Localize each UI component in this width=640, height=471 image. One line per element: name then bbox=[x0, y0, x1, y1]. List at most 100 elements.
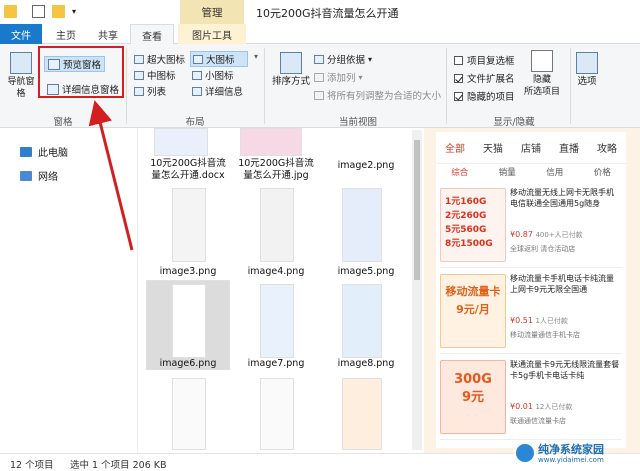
file-thumbnail[interactable] bbox=[172, 284, 206, 358]
extra-large-icons-icon bbox=[134, 54, 144, 64]
fit-columns-icon bbox=[314, 90, 324, 100]
item-count: 12 个项目 bbox=[10, 460, 54, 471]
ribbon-separator bbox=[446, 48, 447, 124]
preview-tabs: 全部 天猫 店铺 直播 攻略 bbox=[436, 132, 626, 164]
file-thumbnail[interactable] bbox=[154, 128, 208, 156]
file-thumbnail[interactable] bbox=[260, 284, 294, 358]
file-thumbnail[interactable] bbox=[260, 378, 294, 450]
contextual-tab-title: 管理 bbox=[180, 0, 244, 24]
ribbon-separator bbox=[264, 48, 265, 124]
navigation-pane-button[interactable]: 导航窗格 bbox=[4, 52, 38, 100]
item-checkboxes-label: 项目复选框 bbox=[467, 56, 515, 67]
file-extensions-toggle[interactable]: 文件扩展名 bbox=[454, 71, 515, 85]
group-label-panes: 窗格 bbox=[53, 117, 73, 128]
nav-item-network[interactable]: 网络 bbox=[20, 168, 58, 183]
group-label-show-hide: 显示/隐藏 bbox=[493, 117, 535, 128]
file-name[interactable]: image7.png bbox=[234, 358, 318, 370]
tab-view[interactable]: 查看 bbox=[130, 24, 174, 45]
hide-selected-icon bbox=[531, 50, 553, 72]
file-thumbnail[interactable] bbox=[342, 188, 382, 262]
product-shop: 移动流量通信手机卡店 bbox=[510, 331, 580, 339]
quick-access-dropdown-icon[interactable]: ▾ bbox=[72, 5, 80, 18]
file-name[interactable]: image3.png bbox=[146, 266, 230, 278]
group-by-label: 分组依据 bbox=[327, 55, 366, 66]
preview-pane: 全部 天猫 店铺 直播 攻略 综合 销量 信用 价格 1元160G 2元260G… bbox=[424, 128, 640, 453]
network-icon bbox=[20, 170, 32, 181]
navigation-pane-label: 导航窗格 bbox=[7, 77, 35, 99]
medium-icons-icon bbox=[134, 70, 144, 80]
tab-file[interactable]: 文件 bbox=[0, 24, 42, 44]
file-thumbnail[interactable] bbox=[172, 188, 206, 262]
layout-extra-large-icons[interactable]: 超大图标 bbox=[134, 52, 185, 66]
properties-icon[interactable] bbox=[32, 5, 45, 18]
hide-selected-label: 隐藏 所选项目 bbox=[523, 75, 560, 97]
price-value: ¥0.51 bbox=[510, 316, 533, 325]
file-thumbnail[interactable] bbox=[342, 378, 382, 450]
file-name[interactable]: image4.png bbox=[234, 266, 318, 278]
layout-expand-icon[interactable]: ▾ bbox=[254, 52, 258, 61]
navigation-pane-icon bbox=[10, 52, 32, 74]
checkbox-checked-icon bbox=[454, 91, 463, 101]
layout-details[interactable]: 详细信息 bbox=[192, 84, 243, 98]
sales-count: 400+人已付款 bbox=[535, 231, 583, 239]
layout-medium-icons[interactable]: 中图标 bbox=[134, 68, 176, 82]
file-thumbnail[interactable] bbox=[342, 284, 382, 358]
file-thumbnail[interactable] bbox=[172, 378, 206, 450]
layout-large-icons[interactable]: 大图标 bbox=[190, 51, 248, 67]
hide-selected-button[interactable]: 隐藏 所选项目 bbox=[518, 50, 566, 98]
product-image-text: 1元160G 2元260G 5元560G 8元1500G bbox=[445, 197, 493, 249]
file-name[interactable]: 10元200G抖音流 量怎么开通.jpg bbox=[234, 158, 318, 182]
scrollbar-thumb[interactable] bbox=[414, 140, 420, 280]
file-name[interactable]: 10元200G抖音流 量怎么开通.docx bbox=[146, 158, 230, 182]
preview-sort-bar: 综合 销量 信用 价格 bbox=[436, 166, 626, 182]
options-button[interactable]: 选项 bbox=[574, 52, 600, 88]
new-folder-icon[interactable] bbox=[52, 5, 65, 18]
layout-small-icons[interactable]: 小图标 bbox=[192, 68, 234, 82]
product-image-text: 300G 9元 bbox=[454, 372, 492, 405]
item-checkboxes-toggle[interactable]: 项目复选框 bbox=[454, 53, 515, 67]
product-image: 移动流量卡 9元/月 bbox=[440, 274, 506, 348]
sort-by-button[interactable]: 排序方式 bbox=[270, 52, 312, 88]
hidden-items-toggle[interactable]: 隐藏的项目 bbox=[454, 89, 515, 103]
options-label: 选项 bbox=[577, 76, 597, 87]
product-image: 1元160G 2元260G 5元560G 8元1500G bbox=[440, 188, 506, 262]
layout-item-label: 中图标 bbox=[147, 71, 176, 82]
watermark-logo-icon bbox=[514, 442, 536, 464]
fit-columns-button[interactable]: 将所有列调整为合适的大小 bbox=[314, 88, 441, 102]
file-extensions-label: 文件扩展名 bbox=[467, 74, 515, 85]
preview-sort-item: 综合 bbox=[451, 168, 469, 178]
large-icons-icon bbox=[193, 54, 203, 64]
folder-icon bbox=[4, 5, 17, 18]
file-name[interactable]: image6.png bbox=[146, 358, 230, 370]
ribbon-tabs: 文件 主页 共享 查看 图片工具 bbox=[0, 24, 640, 45]
sales-count: 1人已付款 bbox=[535, 317, 568, 325]
product-shop: 联通通信流量卡店 bbox=[510, 417, 566, 425]
tab-picture-tools[interactable]: 图片工具 bbox=[178, 24, 246, 44]
tab-share[interactable]: 共享 bbox=[88, 24, 128, 44]
group-label-layout: 布局 bbox=[185, 117, 205, 128]
title-bar: ▾ 管理 10元200G抖音流量怎么开通 bbox=[0, 0, 640, 24]
group-label-current-view: 当前视图 bbox=[338, 117, 377, 128]
layout-list[interactable]: 列表 bbox=[134, 84, 166, 98]
file-name[interactable]: image2.png bbox=[324, 160, 408, 172]
file-list-scrollbar[interactable] bbox=[412, 130, 422, 450]
watermark-title: 纯净系统家园 bbox=[538, 443, 604, 456]
product-image-text: 移动流量卡 9元/月 bbox=[445, 285, 501, 316]
file-name-line: 量怎么开通.docx bbox=[151, 170, 225, 181]
file-name[interactable]: image5.png bbox=[324, 266, 408, 278]
checkbox-icon bbox=[454, 55, 463, 65]
group-by-button[interactable]: 分组依据 ▾ bbox=[314, 52, 372, 66]
nav-item-label: 网络 bbox=[38, 172, 58, 183]
layout-item-label: 详细信息 bbox=[205, 87, 244, 98]
add-columns-button[interactable]: 添加列 ▾ bbox=[314, 70, 363, 84]
nav-item-this-pc[interactable]: 此电脑 bbox=[20, 144, 68, 159]
product-price: ¥0.01 12人已付款 bbox=[510, 402, 572, 412]
window-title: 10元200G抖音流量怎么开通 bbox=[256, 7, 399, 20]
file-thumbnail[interactable] bbox=[260, 188, 294, 262]
tab-home[interactable]: 主页 bbox=[46, 24, 86, 44]
product-title: 联通流量卡9元无线限流量套餐卡5g手机卡电话卡纯 bbox=[510, 360, 620, 380]
file-name[interactable]: image8.png bbox=[324, 358, 408, 370]
preview-image: 全部 天猫 店铺 直播 攻略 综合 销量 信用 价格 1元160G 2元260G… bbox=[436, 132, 626, 448]
ribbon-separator bbox=[126, 48, 127, 124]
file-thumbnail[interactable] bbox=[240, 128, 302, 156]
